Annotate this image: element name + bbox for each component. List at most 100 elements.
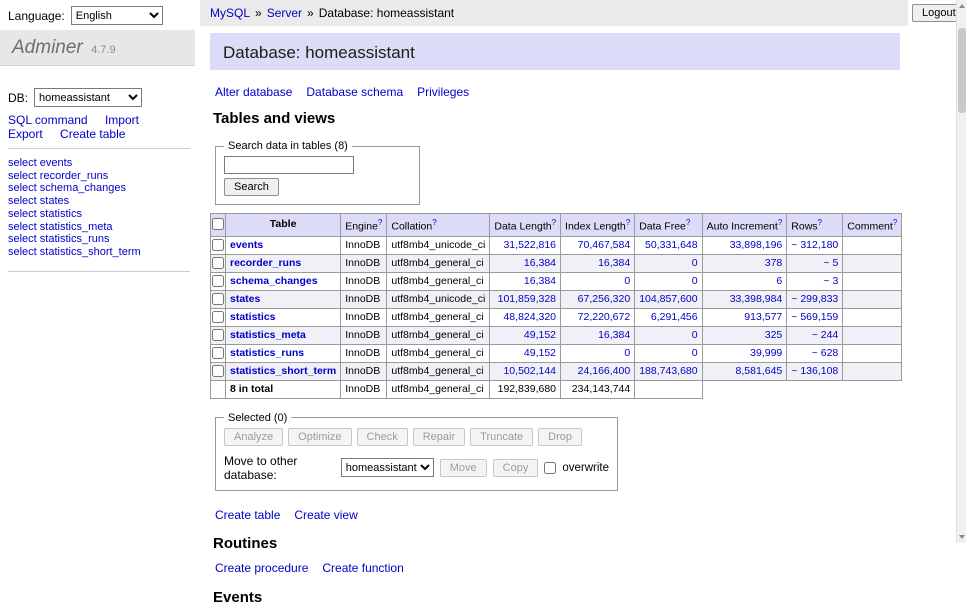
row-checkbox[interactable]	[212, 365, 224, 377]
table-name-link[interactable]: statistics	[230, 311, 276, 323]
auto-increment-link[interactable]: 33,398,984	[730, 293, 783, 305]
db-label: DB:	[8, 91, 28, 105]
index-length-link[interactable]: 72,220,672	[578, 311, 631, 323]
table-name-link[interactable]: schema_changes	[230, 275, 318, 287]
table-name-link[interactable]: recorder_runs	[230, 257, 301, 269]
data-free-link[interactable]: 6,291,456	[651, 311, 698, 323]
sidebar-table-link[interactable]: select recorder_runs	[8, 170, 190, 183]
data-length-link[interactable]: 49,152	[524, 347, 556, 359]
help-link[interactable]: ?	[893, 218, 897, 227]
search-button[interactable]: Search	[224, 178, 279, 196]
db-select[interactable]: homeassistant	[34, 88, 142, 107]
data-length-link[interactable]: 16,384	[524, 275, 556, 287]
index-length-link[interactable]: 24,166,400	[578, 365, 631, 377]
selected-action-button: Truncate	[470, 428, 533, 446]
move-db-select[interactable]: homeassistant	[341, 458, 434, 477]
data-free-link[interactable]: 0	[692, 257, 698, 269]
sidebar-table-link[interactable]: select events	[8, 157, 190, 170]
create-link[interactable]: Create view	[294, 508, 357, 522]
table-name-link[interactable]: statistics_meta	[230, 329, 306, 341]
scroll-up-arrow-icon[interactable]	[957, 0, 966, 12]
sidebar-link-import[interactable]: Import	[105, 113, 139, 127]
routine-link[interactable]: Create procedure	[215, 561, 308, 575]
row-checkbox[interactable]	[212, 347, 224, 359]
rows-count-link[interactable]: ~ 244	[812, 329, 839, 341]
auto-increment-link[interactable]: 913,577	[744, 311, 782, 323]
move-row: Move to other database: homeassistant Mo…	[224, 454, 609, 482]
sidebar-link-sql-command[interactable]: SQL command	[8, 113, 88, 127]
breadcrumb-link-mysql[interactable]: MySQL	[210, 6, 250, 20]
index-length-link[interactable]: 16,384	[598, 329, 630, 341]
help-link[interactable]: ?	[778, 218, 782, 227]
routine-link[interactable]: Create function	[322, 561, 403, 575]
rows-count-link[interactable]: ~ 3	[823, 275, 838, 287]
help-link[interactable]: ?	[378, 218, 382, 227]
auto-increment-link[interactable]: 39,999	[750, 347, 782, 359]
rows-count-link[interactable]: ~ 5	[823, 257, 838, 269]
sidebar-table-link[interactable]: select schema_changes	[8, 182, 190, 195]
help-link[interactable]: ?	[626, 218, 630, 227]
overwrite-checkbox[interactable]	[544, 462, 556, 474]
scroll-down-arrow-icon[interactable]	[957, 531, 966, 543]
row-checkbox[interactable]	[212, 311, 224, 323]
help-link[interactable]: ?	[432, 218, 436, 227]
sidebar-table-link[interactable]: select states	[8, 195, 190, 208]
help-link[interactable]: ?	[552, 218, 556, 227]
breadcrumb-link-server[interactable]: Server	[267, 6, 302, 20]
sidebar-table-link[interactable]: select statistics_runs	[8, 233, 190, 246]
index-length-link[interactable]: 70,467,584	[578, 239, 631, 251]
data-length-link[interactable]: 101,859,328	[498, 293, 556, 305]
rows-count-link[interactable]: ~ 569,159	[791, 311, 838, 323]
help-link[interactable]: ?	[686, 218, 690, 227]
rows-count-link[interactable]: ~ 136,108	[791, 365, 838, 377]
data-length-link[interactable]: 16,384	[524, 257, 556, 269]
data-free-link[interactable]: 0	[692, 329, 698, 341]
sidebar-table-link[interactable]: select statistics_short_term	[8, 246, 190, 259]
row-checkbox[interactable]	[212, 239, 224, 251]
row-checkbox[interactable]	[212, 275, 224, 287]
row-checkbox[interactable]	[212, 293, 224, 305]
index-length-link[interactable]: 0	[624, 275, 630, 287]
data-length-link[interactable]: 31,522,816	[503, 239, 556, 251]
table-name-link[interactable]: statistics_runs	[230, 347, 304, 359]
auto-increment-link[interactable]: 8,581,645	[736, 365, 783, 377]
auto-increment-link[interactable]: 325	[765, 329, 783, 341]
scrollbar[interactable]	[956, 0, 966, 543]
data-length-link[interactable]: 48,824,320	[503, 311, 556, 323]
rows-count-link[interactable]: ~ 299,833	[791, 293, 838, 305]
select-all-checkbox[interactable]	[212, 218, 224, 230]
sidebar-table-link[interactable]: select statistics	[8, 208, 190, 221]
row-checkbox[interactable]	[212, 329, 224, 341]
data-free-link[interactable]: 188,743,680	[639, 365, 697, 377]
table-name-link[interactable]: events	[230, 239, 263, 251]
database-action-link[interactable]: Alter database	[215, 85, 292, 99]
sidebar-link-create-table[interactable]: Create table	[60, 127, 125, 141]
table-name-link[interactable]: statistics_short_term	[230, 365, 336, 377]
index-length-link[interactable]: 0	[624, 347, 630, 359]
auto-increment-link[interactable]: 378	[765, 257, 783, 269]
sidebar-table-link[interactable]: select statistics_meta	[8, 221, 190, 234]
database-action-link[interactable]: Privileges	[417, 85, 469, 99]
auto-increment-link[interactable]: 33,898,196	[730, 239, 783, 251]
search-input[interactable]	[224, 156, 354, 174]
data-length-link[interactable]: 49,152	[524, 329, 556, 341]
sidebar-link-export[interactable]: Export	[8, 127, 43, 141]
language-select[interactable]: English	[71, 6, 163, 25]
auto-increment-link[interactable]: 6	[776, 275, 782, 287]
data-free-link[interactable]: 0	[692, 347, 698, 359]
data-length-link[interactable]: 10,502,144	[503, 365, 556, 377]
rows-count-link[interactable]: ~ 312,180	[791, 239, 838, 251]
app-name[interactable]: Adminer	[12, 37, 83, 58]
data-free-link[interactable]: 50,331,648	[645, 239, 698, 251]
scrollbar-thumb[interactable]	[958, 28, 966, 113]
help-link[interactable]: ?	[818, 218, 822, 227]
index-length-link[interactable]: 16,384	[598, 257, 630, 269]
database-action-link[interactable]: Database schema	[306, 85, 403, 99]
table-name-link[interactable]: states	[230, 293, 260, 305]
index-length-link[interactable]: 67,256,320	[578, 293, 631, 305]
rows-count-link[interactable]: ~ 628	[812, 347, 839, 359]
row-checkbox[interactable]	[212, 257, 224, 269]
create-link[interactable]: Create table	[215, 508, 280, 522]
data-free-link[interactable]: 104,857,600	[639, 293, 697, 305]
data-free-link[interactable]: 0	[692, 275, 698, 287]
